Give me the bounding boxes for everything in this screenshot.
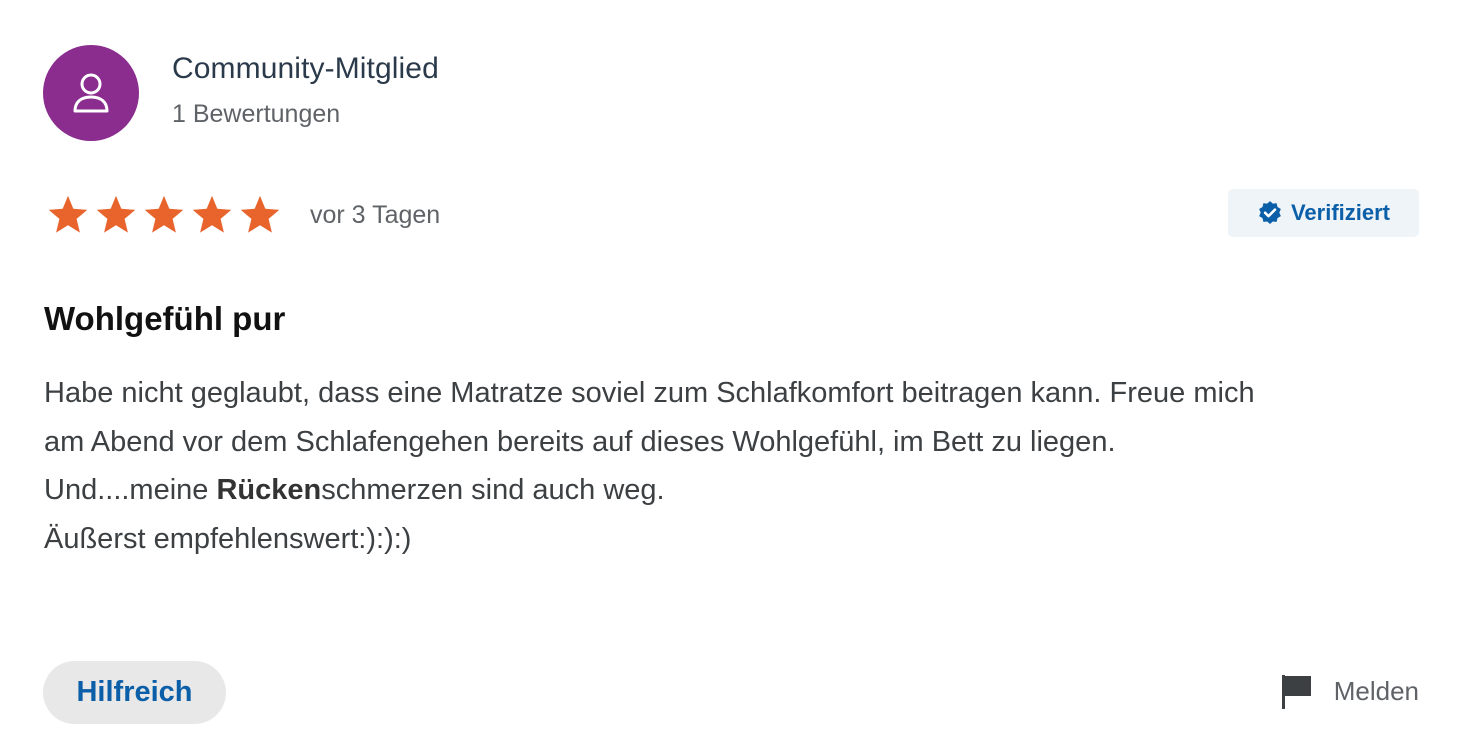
review-card: Community-Mitglied 1 Bewertungen vor 3 T… xyxy=(0,0,1464,754)
user-icon xyxy=(73,73,109,113)
report-label: Melden xyxy=(1333,675,1419,706)
verified-label: Verifiziert xyxy=(1290,200,1391,225)
review-text-segment: schmerzen sind auch weg. xyxy=(321,474,665,506)
author-info: Community-Mitglied 1 Bewertungen xyxy=(172,51,439,129)
star-icon xyxy=(240,195,280,233)
avatar xyxy=(43,45,139,141)
report-button[interactable]: Melden xyxy=(1280,672,1419,710)
author-name: Community-Mitglied xyxy=(172,52,439,85)
star-icon xyxy=(192,195,232,233)
verified-badge: Verifiziert xyxy=(1228,189,1419,237)
star-icon xyxy=(144,195,184,233)
review-text-line: am Abend vor dem Schlafengehen bereits a… xyxy=(44,425,1116,458)
helpful-button[interactable]: Hilfreich xyxy=(43,661,226,724)
review-text-segment: Und....meine xyxy=(44,474,217,506)
flag-icon xyxy=(1281,675,1311,709)
star-icon xyxy=(48,195,88,233)
review-text-line: Äußerst empfehlenswert:):):) xyxy=(44,522,412,555)
verified-badge-icon xyxy=(1259,201,1281,225)
star-rating xyxy=(45,193,285,237)
review-text-bold: Rücken xyxy=(216,474,322,506)
review-text: Habe nicht geglaubt, dass eine Matratze … xyxy=(44,369,1424,563)
star-icon xyxy=(96,195,136,233)
review-header: Community-Mitglied 1 Bewertungen xyxy=(43,45,439,141)
rating-row: vor 3 Tagen xyxy=(45,193,440,237)
review-date: vor 3 Tagen xyxy=(310,200,441,229)
review-text-line: Und....meine Rückenschmerzen sind auch w… xyxy=(44,466,1424,515)
review-text-line: Habe nicht geglaubt, dass eine Matratze … xyxy=(44,377,1255,409)
author-review-count: 1 Bewertungen xyxy=(172,100,341,128)
review-title: Wohlgefühl pur xyxy=(44,300,286,337)
